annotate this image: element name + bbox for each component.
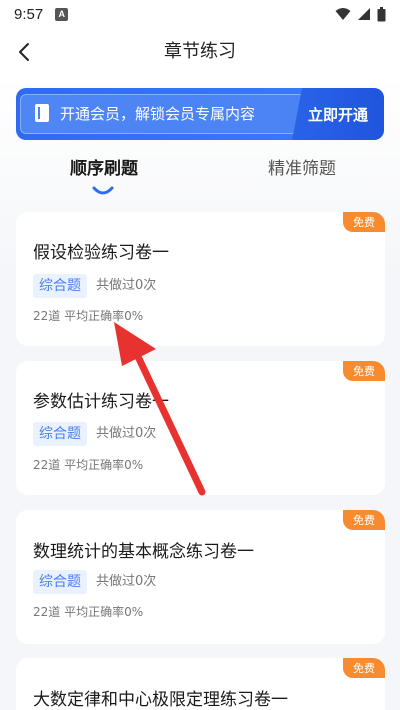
card-title: 假设检验练习卷一 — [33, 243, 169, 263]
exercise-card[interactable]: 免费 参数估计练习卷一 综合题 共做过0次 22道 平均正确率0% — [16, 361, 385, 495]
back-button[interactable] — [10, 38, 38, 66]
card-stats: 22道 平均正确率0% — [33, 605, 144, 619]
attempt-count: 共做过0次 — [96, 574, 157, 589]
vip-banner[interactable]: 开通会员，解锁会员专属内容 立即开通 — [16, 88, 384, 140]
app-header: 章节练习 — [0, 28, 400, 76]
book-icon — [35, 104, 49, 122]
page-title: 章节练习 — [164, 41, 236, 62]
signal-icon — [358, 8, 370, 20]
status-time: 9:57 — [14, 5, 44, 23]
category-tag: 综合题 — [33, 570, 87, 594]
notification-icon: A — [55, 7, 69, 21]
free-badge: 免费 — [343, 361, 385, 381]
category-tag: 综合题 — [33, 274, 87, 298]
chevron-left-icon — [19, 43, 29, 61]
tab-sequential[interactable]: 顺序刷题 — [54, 152, 154, 186]
card-stats: 22道 平均正确率0% — [33, 458, 144, 472]
card-title: 数理统计的基本概念练习卷一 — [33, 542, 254, 562]
card-title: 参数估计练习卷一 — [33, 392, 169, 412]
exercise-card[interactable]: 免费 大数定律和中心极限定理练习卷一 — [16, 658, 385, 710]
tab-active-indicator — [92, 186, 114, 195]
wifi-icon — [335, 8, 351, 20]
vip-banner-text: 开通会员，解锁会员专属内容 — [60, 105, 256, 123]
category-tag: 综合题 — [33, 422, 87, 446]
free-badge: 免费 — [343, 212, 385, 232]
status-bar: 9:57 A — [0, 0, 400, 28]
open-membership-button[interactable]: 立即开通 — [292, 88, 384, 140]
exercise-card[interactable]: 免费 数理统计的基本概念练习卷一 综合题 共做过0次 22道 平均正确率0% — [16, 510, 385, 644]
card-stats: 22道 平均正确率0% — [33, 309, 144, 323]
status-icons — [335, 6, 386, 22]
free-badge: 免费 — [343, 510, 385, 530]
free-badge: 免费 — [343, 658, 385, 678]
attempt-count: 共做过0次 — [96, 278, 157, 293]
battery-icon — [377, 6, 386, 21]
card-title: 大数定律和中心极限定理练习卷一 — [33, 690, 288, 710]
tab-precise-filter[interactable]: 精准筛题 — [252, 152, 352, 186]
exercise-card[interactable]: 免费 假设检验练习卷一 综合题 共做过0次 22道 平均正确率0% — [16, 212, 385, 346]
attempt-count: 共做过0次 — [96, 426, 157, 441]
